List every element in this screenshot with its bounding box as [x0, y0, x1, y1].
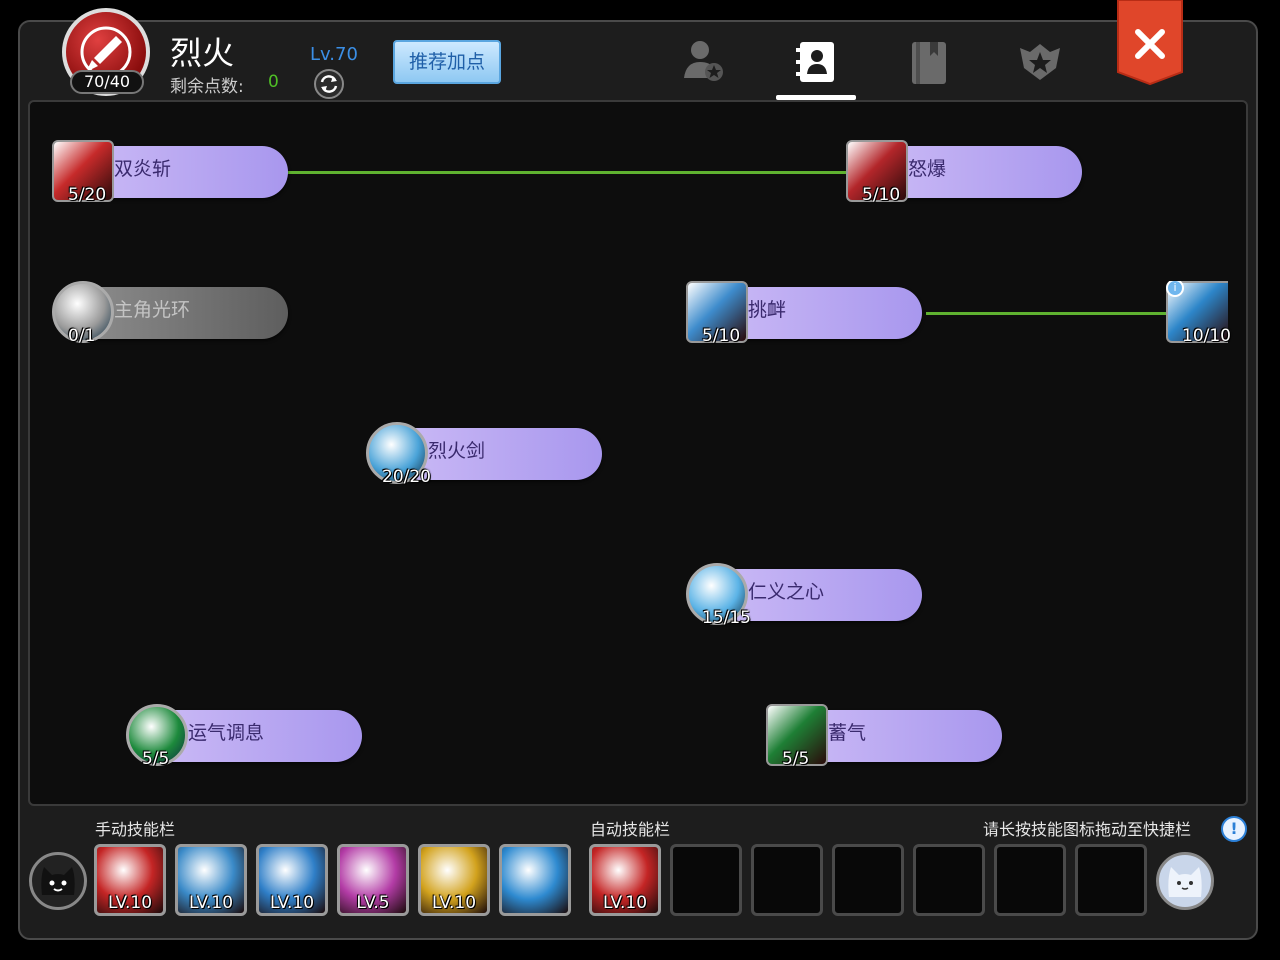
slot-level: LV.5 — [356, 893, 390, 913]
auto-skill-bar-label: 自动技能栏 — [590, 820, 671, 839]
skill-level: 5/20 — [68, 185, 107, 205]
character-level: Lv.70 — [310, 44, 358, 65]
tab-book[interactable] — [900, 34, 956, 90]
skill-node[interactable]: 蓄气 5/5 — [766, 704, 1006, 769]
contacts-book-icon — [796, 42, 834, 82]
skill-level: 5/10 — [702, 326, 741, 346]
remaining-points-value: 0 — [268, 72, 279, 92]
skill-level: 0/1 — [68, 326, 96, 346]
skill-node[interactable]: 主角光环 0/1 — [52, 281, 292, 346]
manual-skill-slot[interactable] — [499, 844, 571, 916]
slot-level: LV.10 — [431, 893, 477, 913]
remaining-points-label: 剩余点数: — [170, 77, 244, 97]
auto-skill-empty-slot[interactable] — [913, 844, 985, 916]
drag-hint: 请长按技能图标拖动至快捷栏 — [983, 820, 1192, 839]
skill-node[interactable]: 仁义之心 15/15 — [686, 563, 926, 628]
skill-level: 20/20 — [382, 467, 431, 487]
slot-level: LV.10 — [188, 893, 234, 913]
skill-level: 15/15 — [702, 608, 751, 628]
emblem-count: 70/40 — [70, 70, 144, 94]
auto-skill-empty-slot[interactable] — [994, 844, 1066, 916]
skill-level: 10/10 — [1182, 326, 1231, 345]
close-icon — [1117, 0, 1183, 86]
tab-skills[interactable] — [788, 34, 844, 90]
auto-skill-empty-slot[interactable] — [832, 844, 904, 916]
slot-level: LV.10 — [107, 893, 153, 913]
skill-name: 蓄气 — [828, 722, 867, 744]
recommend-points-button[interactable]: 推荐加点 — [393, 40, 501, 84]
skill-node[interactable]: 双炎斩 5/20 — [52, 140, 292, 205]
white-cat-icon — [1168, 867, 1202, 897]
slot-level: LV.10 — [602, 893, 648, 913]
skill-node[interactable]: 怒爆 5/10 — [846, 140, 1086, 205]
manual-skill-slot[interactable]: LV.10 — [94, 844, 166, 916]
refresh-icon — [320, 75, 338, 93]
manual-skill-slot[interactable]: LV.10 — [256, 844, 328, 916]
character-name: 烈火 — [170, 34, 235, 72]
skill-level: 5/5 — [142, 749, 170, 769]
manual-skill-bar-label: 手动技能栏 — [95, 820, 176, 839]
skill-link — [926, 312, 1170, 315]
black-cat-icon — [41, 867, 75, 895]
skill-node[interactable]: 10/10 i — [1166, 281, 1246, 345]
skill-level: 5/10 — [862, 185, 901, 205]
skill-name: 挑衅 — [748, 299, 787, 321]
skill-link — [286, 171, 846, 174]
auto-skill-slot[interactable]: LV.10 — [589, 844, 661, 916]
info-icon[interactable]: ! — [1221, 816, 1247, 842]
skill-name: 仁义之心 — [748, 581, 825, 603]
auto-bar-toggle-button[interactable] — [1156, 852, 1214, 910]
skill-name: 运气调息 — [188, 722, 265, 744]
reset-points-button[interactable] — [314, 69, 344, 99]
skill-level: 5/5 — [782, 749, 810, 769]
skill-node[interactable]: 烈火剑 20/20 — [366, 422, 606, 487]
skill-node[interactable]: 挑衅 5/10 — [686, 281, 926, 346]
book-icon — [912, 42, 946, 84]
close-button[interactable] — [1116, 0, 1184, 86]
manual-skill-slot[interactable]: LV.10 — [175, 844, 247, 916]
profile-star-icon — [684, 41, 723, 81]
skill-name: 双炎斩 — [114, 158, 172, 180]
auto-skill-empty-slot[interactable] — [751, 844, 823, 916]
tab-crest[interactable] — [1012, 34, 1068, 90]
skill-tree-panel: 双炎斩 5/20 怒爆 5/10 主角光环 0/1 挑衅 5/10 10/10 i 烈火剑… — [28, 100, 1248, 806]
crest-icon — [1020, 44, 1060, 80]
skill-name: 主角光环 — [114, 299, 191, 321]
skill-name: 怒爆 — [908, 158, 947, 180]
manual-skill-slot[interactable]: LV.5 — [337, 844, 409, 916]
skill-node[interactable]: 运气调息 5/5 — [126, 704, 366, 769]
manual-bar-toggle-button[interactable] — [29, 852, 87, 910]
slot-level: LV.10 — [269, 893, 315, 913]
auto-skill-empty-slot[interactable] — [670, 844, 742, 916]
auto-skill-empty-slot[interactable] — [1075, 844, 1147, 916]
manual-skill-slot[interactable]: LV.10 — [418, 844, 490, 916]
skill-name: 烈火剑 — [428, 440, 486, 462]
tab-profile[interactable] — [676, 34, 732, 90]
